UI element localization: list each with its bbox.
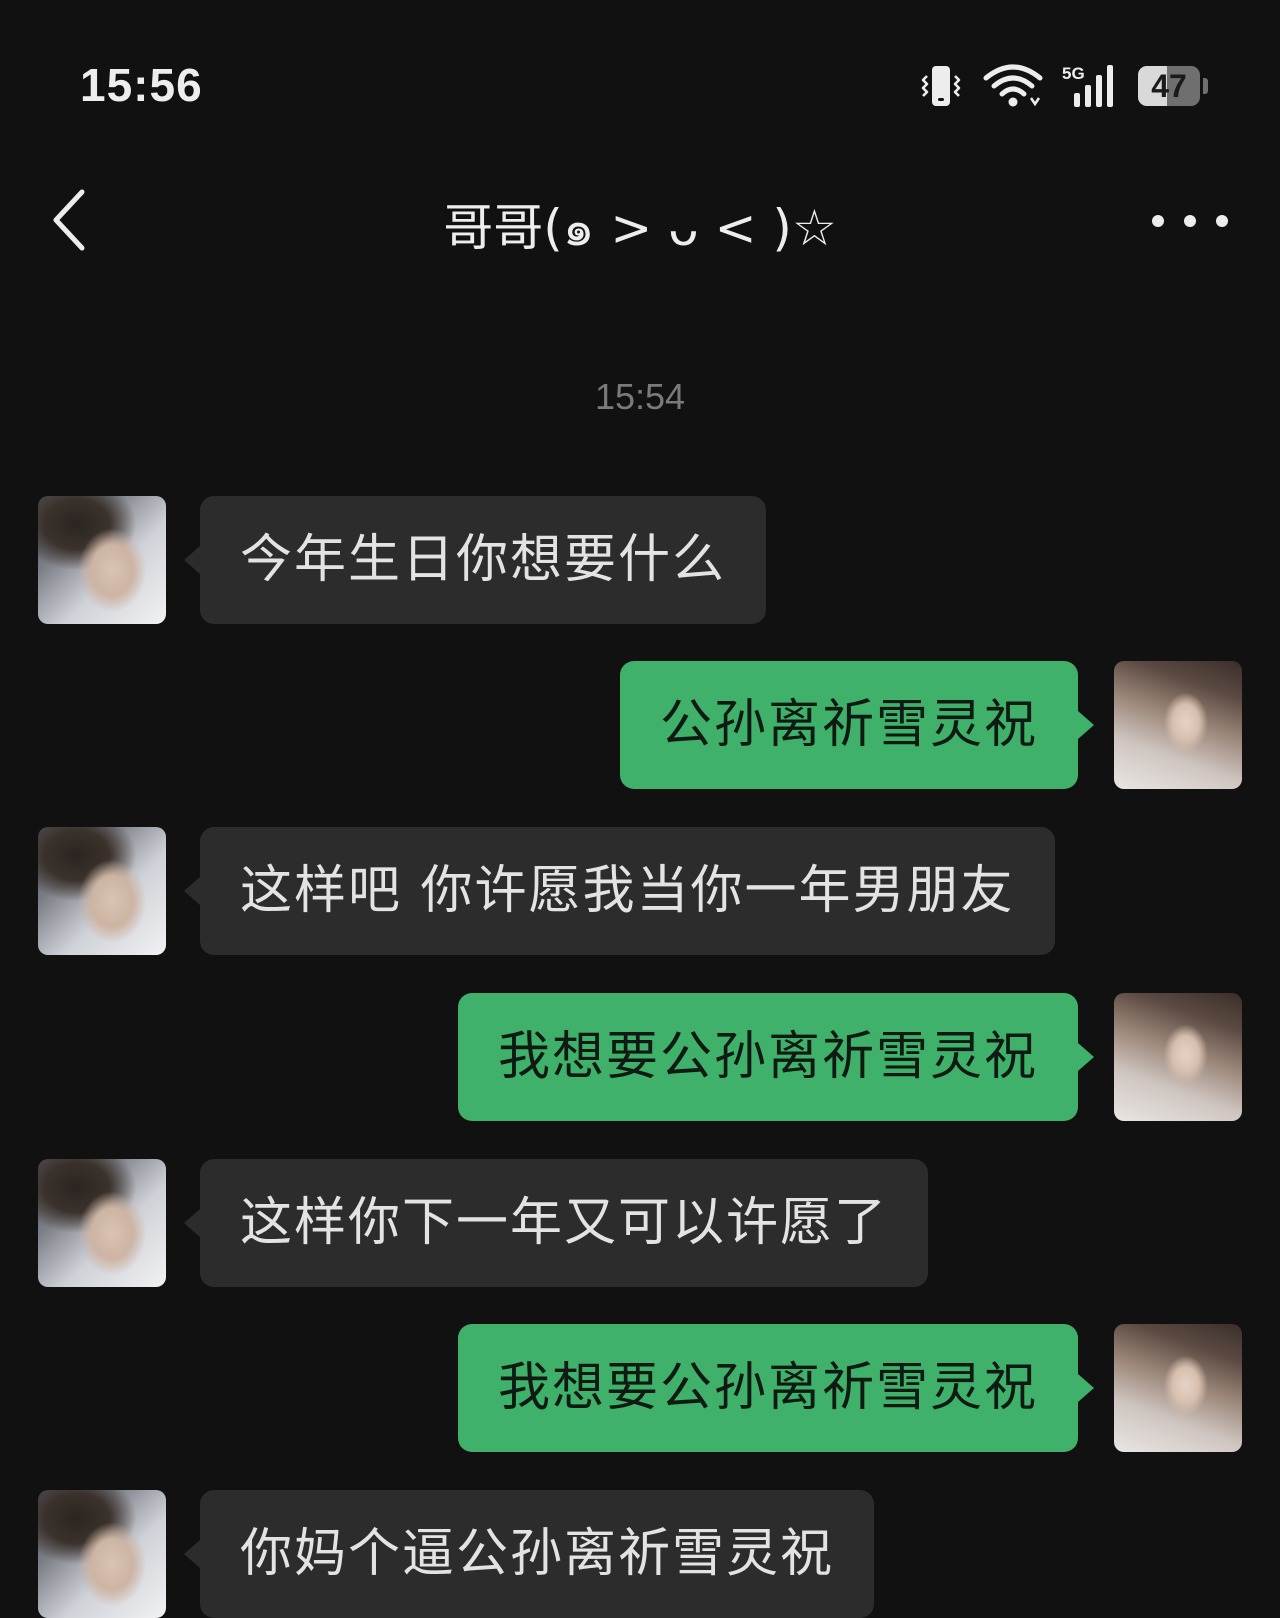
vibrate-icon: [918, 64, 964, 108]
message-bubble-outgoing[interactable]: 公孙离祈雪灵祝: [619, 661, 1095, 789]
contact-avatar[interactable]: [38, 496, 166, 624]
back-button[interactable]: [44, 184, 104, 256]
my-avatar[interactable]: [1114, 993, 1242, 1121]
status-time: 15:56: [80, 59, 203, 111]
chevron-left-icon: [44, 189, 104, 260]
message-row-outgoing: 我想要公孙离祈雪灵祝: [0, 993, 1280, 1121]
message-row-incoming: 这样你下一年又可以许愿了: [0, 1159, 1280, 1287]
message-bubble-incoming[interactable]: 这样吧 你许愿我当你一年男朋友: [184, 827, 1055, 955]
message-row-incoming: 你妈个逼公孙离祈雪灵祝: [0, 1490, 1280, 1618]
message-timestamp: 15:54: [594, 376, 686, 417]
contact-avatar[interactable]: [38, 827, 166, 955]
message-row-incoming: 这样吧 你许愿我当你一年男朋友: [0, 827, 1280, 955]
wifi-icon: [982, 64, 1044, 108]
message-bubble-outgoing[interactable]: 我想要公孙离祈雪灵祝: [457, 1324, 1095, 1452]
message-row-incoming: 今年生日你想要什么: [0, 496, 1280, 624]
more-button[interactable]: [1152, 196, 1228, 246]
battery-level: 47: [1151, 68, 1187, 104]
my-avatar[interactable]: [1114, 1324, 1242, 1452]
battery-icon: 47: [1138, 66, 1208, 106]
message-bubble-incoming[interactable]: 今年生日你想要什么: [183, 496, 767, 624]
message-row-outgoing: 我想要公孙离祈雪灵祝: [0, 1324, 1280, 1452]
my-avatar[interactable]: [1114, 661, 1242, 789]
chat-title: 哥哥(๑ > ᴗ < )☆: [443, 199, 837, 257]
contact-avatar[interactable]: [38, 1159, 166, 1287]
message-bubble-incoming[interactable]: 你妈个逼公孙离祈雪灵祝: [183, 1490, 875, 1618]
message-row-outgoing: 公孙离祈雪灵祝: [0, 661, 1280, 789]
message-bubble-outgoing[interactable]: 我想要公孙离祈雪灵祝: [457, 993, 1095, 1121]
network-label: 5G: [1062, 64, 1085, 83]
signal-5g-icon: 5G: [1062, 63, 1120, 109]
more-dots-icon: [1152, 215, 1164, 227]
contact-avatar[interactable]: [38, 1490, 166, 1618]
status-icons: 5G 47: [918, 62, 1208, 110]
message-bubble-incoming[interactable]: 这样你下一年又可以许愿了: [183, 1159, 929, 1287]
